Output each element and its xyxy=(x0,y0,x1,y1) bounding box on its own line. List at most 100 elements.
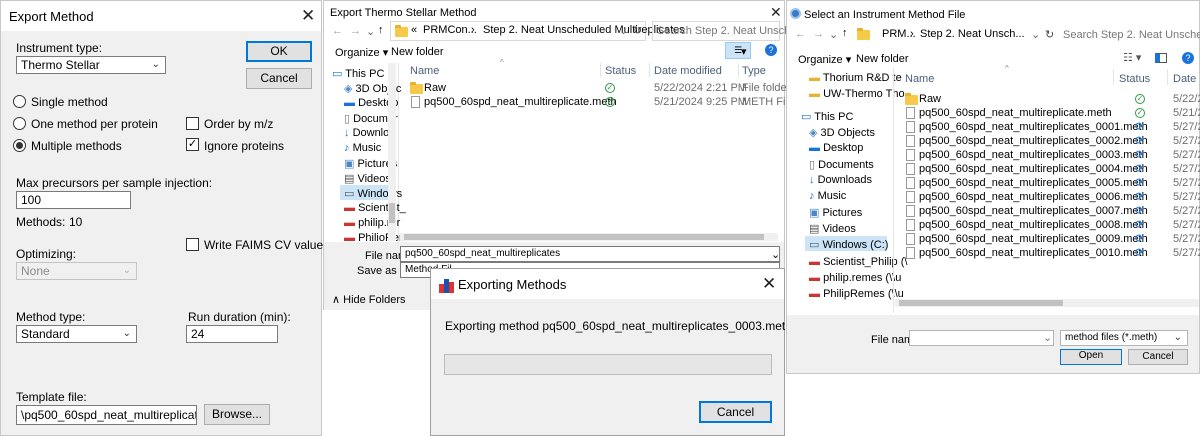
table-row[interactable]: pq500_60spd_neat_multireplicates_0010.me… xyxy=(903,246,1200,260)
back-arrow-icon[interactable]: ← xyxy=(332,25,343,37)
nav-scrollbar[interactable] xyxy=(388,63,396,241)
open-button[interactable]: Open xyxy=(1060,349,1122,365)
column-status[interactable]: Status xyxy=(1119,73,1150,85)
table-row[interactable]: pq500_60spd_neat_multireplicate.meth ✓ 5/2… xyxy=(903,106,1200,120)
method-type-select[interactable]: Standard ⌄ xyxy=(16,325,137,343)
file-type-filter-select[interactable]: method files (*.meth) ⌄ xyxy=(1060,330,1188,346)
table-row[interactable]: pq500_60spd_neat_multireplicate.meth ✓ 5… xyxy=(408,95,794,109)
table-row[interactable]: pq500_60spd_neat_multireplicates_0004.me… xyxy=(903,162,1200,176)
column-type[interactable]: Type xyxy=(742,65,766,77)
chevron-down-icon[interactable]: ⌄ xyxy=(829,28,838,41)
up-arrow-icon[interactable]: ↑ xyxy=(378,24,384,36)
multiple-methods-radio[interactable] xyxy=(13,139,26,152)
nav-videos[interactable]: ▤ Videos xyxy=(809,222,856,235)
table-row[interactable]: pq500_60spd_neat_multireplicates_0009.me… xyxy=(903,232,1200,246)
ignore-proteins-checkbox[interactable]: ✓ xyxy=(186,138,199,151)
search-box[interactable]: Search Step 2. Neat Unschedu... xyxy=(652,21,818,41)
forward-arrow-icon[interactable]: → xyxy=(813,28,824,40)
address-bar[interactable]: « PRMCon... › Step 2. Neat Unscheduled M… xyxy=(390,21,685,41)
column-status[interactable]: Status xyxy=(605,65,636,77)
nav-desktop[interactable]: ▬ Desktop xyxy=(809,142,863,154)
table-row[interactable]: pq500_60spd_neat_multireplicates_0005.me… xyxy=(903,176,1200,190)
chevron-down-icon[interactable]: ⌄ xyxy=(771,248,780,261)
nav-network-scientist[interactable]: ▬ Scientist_ xyxy=(344,202,406,214)
chevron-down-icon[interactable]: ⌄ xyxy=(619,24,628,37)
organize-menu[interactable]: Organize ▾ xyxy=(335,46,388,59)
close-icon[interactable]: ✕ xyxy=(301,7,315,24)
table-row[interactable]: Raw ✓ 5/22/2 xyxy=(903,92,1200,106)
help-icon[interactable]: ? xyxy=(1182,52,1194,64)
back-arrow-icon[interactable]: ← xyxy=(795,28,806,40)
run-duration-input[interactable]: 24 xyxy=(186,325,278,343)
close-icon[interactable]: ✕ xyxy=(762,275,776,292)
table-row[interactable]: Raw ✓ 5/22/2024 2:21 PM File folder xyxy=(408,81,790,95)
file-name-input[interactable]: pq500_60spd_neat_multireplicates xyxy=(400,246,780,262)
chevron-down-icon[interactable]: ▾ xyxy=(741,45,747,58)
nav-network-philip[interactable]: ▬ philip.remes (\\u xyxy=(809,272,901,284)
table-row[interactable]: pq500_60spd_neat_multireplicates_0001.me… xyxy=(903,120,1200,134)
nav-pictures[interactable]: ▣ Pictures xyxy=(809,206,862,219)
table-row[interactable]: pq500_60spd_neat_multireplicates_0002.me… xyxy=(903,134,1200,148)
cancel-button[interactable]: Cancel xyxy=(246,68,312,89)
nav-this-pc[interactable]: ▭ This PC xyxy=(801,110,853,123)
cancel-button[interactable]: Cancel xyxy=(1128,349,1188,365)
nav-music[interactable]: ♪ Music xyxy=(344,142,381,154)
nav-documents[interactable]: ▯ Documents xyxy=(809,158,874,171)
up-arrow-icon[interactable]: ↑ xyxy=(842,27,848,39)
refresh-icon[interactable]: ↻ xyxy=(633,24,642,37)
chevron-down-icon[interactable]: ⌄ xyxy=(1031,28,1040,41)
view-options-icon[interactable]: ☷ ▾ xyxy=(1123,51,1141,64)
write-faims-checkbox[interactable] xyxy=(186,238,199,251)
ok-button[interactable]: OK xyxy=(246,41,312,62)
single-method-radio[interactable] xyxy=(13,95,26,108)
view-options-icon[interactable]: ☰ xyxy=(725,42,751,59)
help-icon[interactable]: ? xyxy=(765,44,777,56)
scrollbar-thumb[interactable] xyxy=(404,234,764,240)
nav-videos[interactable]: ▤ Videos xyxy=(344,172,391,185)
chevron-down-icon[interactable]: ⌄ xyxy=(1043,331,1052,344)
nav-network-philipremes[interactable]: ▬ PhilipRemes (\\u xyxy=(809,288,904,300)
chevron-down-icon[interactable]: ⌄ xyxy=(366,25,375,38)
instrument-type-select[interactable]: Thermo Stellar ⌄ xyxy=(16,56,166,74)
order-by-mz-checkbox[interactable] xyxy=(186,117,199,130)
nav-downloads[interactable]: ↓ Downloads xyxy=(809,174,872,186)
nav-this-pc[interactable]: ▭ This PC xyxy=(332,67,384,80)
table-row[interactable]: pq500_60spd_neat_multireplicates_0003.me… xyxy=(903,148,1200,162)
address-bar[interactable]: PRM... › Step 2. Neat Unsch... ⌄ ↻ xyxy=(855,25,1061,45)
nav-uw-thermo[interactable]: ▬ UW-Thermo Tho xyxy=(809,88,905,100)
table-row[interactable]: pq500_60spd_neat_multireplicates_0008.me… xyxy=(903,218,1200,232)
breadcrumb-part[interactable]: Step 2. Neat Unsch... xyxy=(920,28,1025,40)
file-list-scrollbar[interactable] xyxy=(895,299,1199,307)
table-row[interactable]: pq500_60spd_neat_multireplicates_0007.me… xyxy=(903,204,1200,218)
nav-windows-c[interactable]: ▭ Windows (C:) xyxy=(809,238,888,251)
cancel-button[interactable]: Cancel xyxy=(699,401,772,423)
file-name-input[interactable] xyxy=(909,330,1054,346)
max-precursors-input[interactable]: 100 xyxy=(16,191,131,209)
one-method-per-protein-radio[interactable] xyxy=(13,117,26,130)
new-folder-button[interactable]: New folder xyxy=(856,53,909,65)
organize-menu[interactable]: Organize ▾ xyxy=(798,53,851,66)
column-name[interactable]: Name xyxy=(905,73,934,85)
refresh-icon[interactable]: ↻ xyxy=(1045,28,1054,41)
template-file-input[interactable]: \pq500_60spd_neat_multireplicate.meth xyxy=(16,405,197,425)
forward-arrow-icon[interactable]: → xyxy=(350,25,361,37)
close-icon[interactable]: ✕ xyxy=(770,5,782,19)
optimizing-select[interactable]: None ⌄ xyxy=(16,262,137,280)
column-name[interactable]: Name xyxy=(410,65,439,77)
file-list-scrollbar[interactable] xyxy=(400,233,778,241)
scrollbar-thumb[interactable] xyxy=(899,300,1063,306)
nav-music[interactable]: ♪ Music xyxy=(809,190,846,202)
column-date[interactable]: Date m xyxy=(1173,73,1200,85)
file-icon xyxy=(411,96,420,108)
search-box[interactable]: Search Step 2. Neat Unschedul... xyxy=(1059,25,1200,45)
new-folder-button[interactable]: New folder xyxy=(391,46,444,58)
nav-3d-objects[interactable]: ◈ 3D Objects xyxy=(809,126,875,139)
breadcrumb-part[interactable]: PRMCon... xyxy=(423,24,477,36)
preview-pane-icon[interactable] xyxy=(1155,53,1167,63)
nav-thorium[interactable]: ▬ Thorium R&D te xyxy=(809,72,902,84)
browse-button[interactable]: Browse... xyxy=(204,404,270,425)
scrollbar-thumb[interactable] xyxy=(389,203,395,223)
column-date[interactable]: Date modified xyxy=(654,65,722,77)
table-row[interactable]: pq500_60spd_neat_multireplicates_0006.me… xyxy=(903,190,1200,204)
hide-folders-button[interactable]: ∧ Hide Folders xyxy=(332,293,405,306)
